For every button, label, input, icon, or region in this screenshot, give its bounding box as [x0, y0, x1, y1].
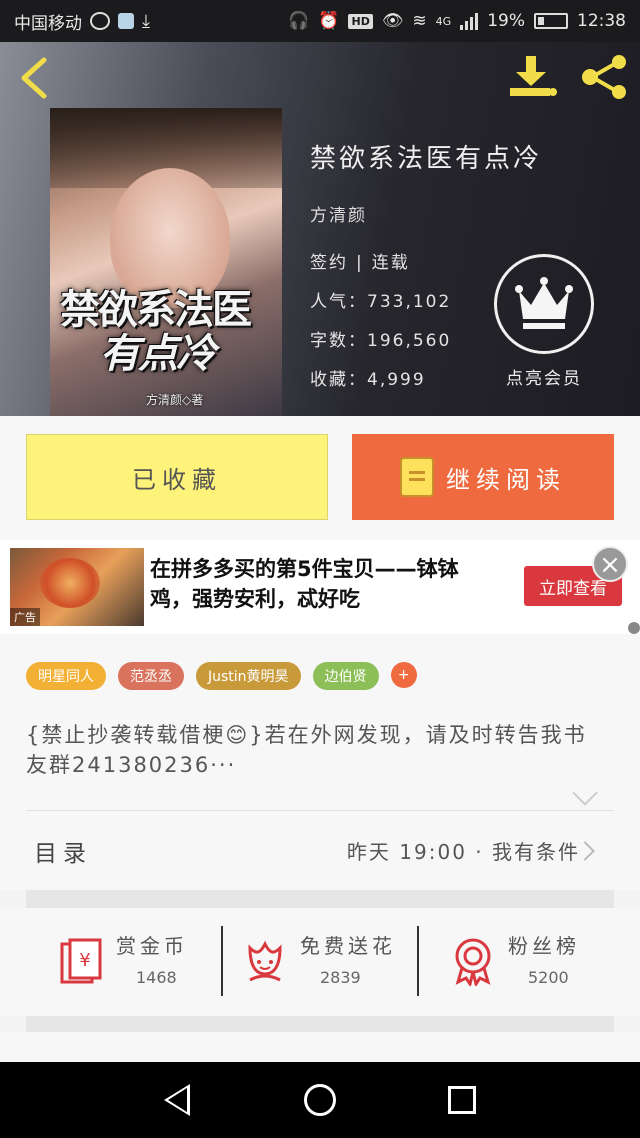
nav-recent-icon[interactable]: [448, 1086, 476, 1114]
expand-description-icon[interactable]: [572, 780, 598, 806]
fan-ranking-item[interactable]: 粉丝榜 5200: [450, 926, 600, 998]
ad-image: 广告: [10, 548, 144, 626]
book-icon: [400, 457, 434, 497]
svg-text:¥: ¥: [79, 950, 90, 971]
collected-button[interactable]: 已收藏: [26, 434, 328, 520]
ad-tag: 广告: [10, 608, 40, 626]
vip-label: 点亮会员: [506, 369, 582, 389]
eye-icon: 👁: [381, 11, 404, 31]
send-flowers-item[interactable]: 免费送花 2839: [242, 926, 412, 998]
battery-percent: 19%: [487, 11, 525, 31]
clock: 12:38: [577, 11, 626, 31]
hd-icon: HD: [348, 13, 373, 29]
chevron-left-icon: [21, 57, 47, 99]
book-header: 禁欲系法医 有点冷 方清颜◇著 禁欲系法医有点冷 方清颜 签约 | 连载 人气：73…: [0, 42, 640, 416]
tag-chip[interactable]: 边伯贤: [312, 662, 379, 690]
download-icon: [510, 56, 557, 96]
share-icon: [582, 55, 626, 99]
table-of-contents-row[interactable]: 目录 昨天 19:00 · 我有条件: [0, 812, 640, 890]
continue-reading-button[interactable]: 继续阅读: [352, 434, 614, 520]
tag-chip[interactable]: Justin黄明昊: [196, 662, 301, 690]
toc-label: 目录: [34, 841, 92, 867]
headphones-icon: 🎧: [288, 11, 310, 31]
network-label: 4G: [435, 14, 452, 28]
section-gap: [26, 890, 614, 908]
action-bar: 已收藏 继续阅读: [0, 416, 640, 540]
tag-list: 明星同人 范丞丞 Justin黄明昊 边伯贤 +: [26, 662, 417, 690]
reward-coins-item[interactable]: ¥ 赏金币 1468: [58, 926, 208, 998]
battery-icon: [534, 13, 568, 29]
tag-chip[interactable]: 范丞丞: [118, 662, 184, 690]
status-bar: 中国移动 ⤓ 🎧 ⏰ HD 👁 ≋ 4G 19% 12:38: [0, 0, 640, 42]
ad-info-icon[interactable]: [628, 622, 640, 634]
book-title: 禁欲系法医有点冷: [310, 144, 543, 174]
cover-author: 方清颜◇著: [146, 393, 204, 407]
more-tags-button[interactable]: +: [390, 662, 417, 688]
continue-reading-label: 继续阅读: [446, 465, 566, 494]
ad-text: 在拼多多买的第5件宝贝——钵钵鸡，强势安利，忒好吃: [150, 557, 459, 611]
divider: [26, 810, 614, 811]
book-description: {禁止抄袭转载借梗😊}若在外网发现，请及时转告我书友群241380236···: [26, 723, 587, 777]
signal-icon: [460, 12, 479, 30]
carrier-label: 中国移动: [14, 13, 82, 34]
wifi-icon: ≋: [412, 11, 427, 31]
ad-banner[interactable]: 广告 在拼多多买的第5件宝贝——钵钵鸡，强势安利，忒好吃 立即查看 ×: [0, 540, 640, 634]
crown-icon: [515, 277, 573, 329]
stats-bar: ¥ 赏金币 1468 免费送花 2839 粉丝榜 5200: [0, 908, 640, 1016]
next-section-peek: [0, 1032, 640, 1062]
system-nav-bar: [0, 1062, 640, 1138]
book-author[interactable]: 方清颜: [310, 201, 542, 226]
share-button[interactable]: [580, 54, 630, 100]
download-notification-icon: ⤓: [142, 10, 150, 32]
vip-button[interactable]: 点亮会员: [494, 254, 594, 389]
nav-back-icon[interactable]: [164, 1084, 190, 1116]
close-icon: ×: [599, 550, 621, 580]
nav-home-icon[interactable]: [304, 1084, 336, 1116]
book-cover[interactable]: 禁欲系法医 有点冷 方清颜◇著: [50, 108, 282, 416]
ad-close-button[interactable]: ×: [592, 546, 628, 582]
latest-chapter: 昨天 19:00 · 我有条件: [346, 840, 580, 864]
download-button[interactable]: [506, 54, 558, 100]
divider: [417, 926, 419, 996]
cover-title: 禁欲系法医 有点冷: [60, 286, 252, 377]
app-notification-icon: [118, 13, 134, 29]
flower-icon: [248, 940, 282, 982]
medal-icon: [455, 938, 491, 986]
alarm-icon: ⏰: [318, 11, 340, 31]
book-details: 明星同人 范丞丞 Justin黄明昊 边伯贤 + {禁止抄袭转载借梗😊}若在外网…: [0, 634, 640, 890]
tag-chip[interactable]: 明星同人: [26, 662, 106, 690]
sync-icon: [90, 12, 110, 30]
section-gap: [26, 1016, 614, 1032]
back-button[interactable]: [16, 56, 56, 99]
red-envelope-icon: ¥: [60, 938, 102, 984]
divider: [221, 926, 223, 996]
